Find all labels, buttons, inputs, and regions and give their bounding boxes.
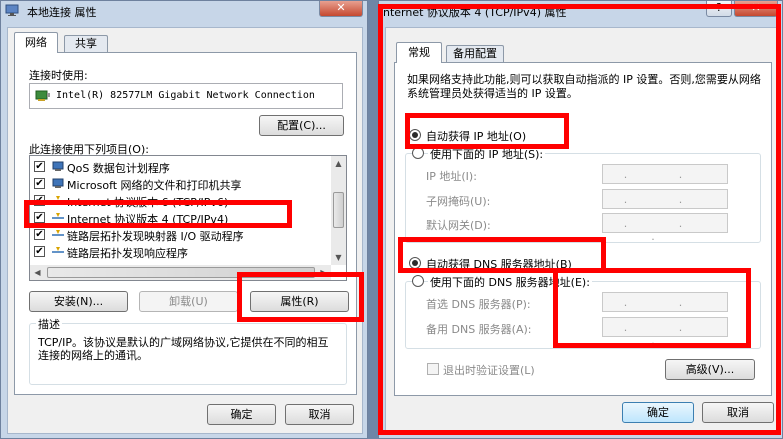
ip-address-label: IP 地址(I):: [426, 170, 477, 183]
vertical-scrollbar[interactable]: ▲ ▼: [331, 156, 346, 265]
properties-button[interactable]: 属性(R): [250, 291, 349, 312]
manual-dns-label[interactable]: 使用下面的 DNS 服务器地址(E):: [428, 274, 592, 290]
item-label: QoS 数据包计划程序: [67, 162, 170, 175]
install-button[interactable]: 安装(N)...: [29, 291, 128, 312]
protocol-icon: [52, 196, 64, 202]
dialog-title: nternet 协议版本 4 (TCP/IPv4) 属性: [383, 6, 567, 19]
auto-ip-radio[interactable]: [409, 129, 421, 141]
dialog-title: 本地连接 属性: [27, 6, 97, 19]
advanced-button[interactable]: 高级(V)...: [665, 359, 755, 380]
manual-dns-radio[interactable]: [412, 275, 424, 287]
scroll-left-icon[interactable]: ◀: [30, 265, 45, 280]
close-button[interactable]: ✕: [734, 1, 778, 17]
help-icon: ?: [716, 1, 722, 14]
item-label: Internet 协议版本 6 (TCP/IPv6): [67, 196, 229, 209]
alternate-dns-label: 备用 DNS 服务器(A):: [426, 323, 532, 336]
component-list[interactable]: ✔ QoS 数据包计划程序 ✔ Microsoft 网络的文件和打印机共享 ✔ Inter…: [29, 155, 347, 281]
subnet-mask-field[interactable]: . . .: [602, 189, 728, 219]
scroll-up-icon[interactable]: ▲: [331, 156, 346, 171]
scroll-thumb[interactable]: [333, 192, 344, 228]
description-group: 描述 TCP/IP。该协议是默认的广域网络协议,它提供在不同的相互连接的网络上的…: [29, 316, 347, 385]
tab-alternate-config[interactable]: 备用配置: [446, 45, 504, 63]
ipv4-properties-dialog: nternet 协议版本 4 (TCP/IPv4) 属性 ? ✕ 常规 备用配置…: [378, 0, 783, 439]
auto-dns-radio[interactable]: [409, 257, 421, 269]
default-gateway-label: 默认网关(D):: [426, 219, 491, 232]
tab-general[interactable]: 常规: [396, 42, 442, 63]
manual-ip-radio[interactable]: [412, 147, 424, 159]
auto-ip-label[interactable]: 自动获得 IP 地址(O): [426, 128, 526, 144]
ip-address-field[interactable]: . . .: [602, 164, 728, 194]
adapter-name: Intel(R) 82577LM Gigabit Network Connect…: [56, 90, 315, 101]
general-tab-page: 如果网络支持此功能,则可以获取自动指派的 IP 设置。否则,您需要从网络系统管理…: [394, 62, 772, 396]
default-gateway-field[interactable]: . . .: [602, 213, 728, 243]
item-label: Microsoft 网络的文件和打印机共享: [67, 179, 242, 192]
title-bar[interactable]: nternet 协议版本 4 (TCP/IPv4) 属性 ? ✕: [379, 1, 782, 21]
item-checkbox[interactable]: ✔: [34, 229, 45, 240]
item-checkbox[interactable]: ✔: [34, 246, 45, 257]
cancel-button[interactable]: 取消: [285, 404, 354, 425]
network-adapter-icon: [5, 4, 19, 16]
tab-network[interactable]: 网络: [14, 32, 58, 53]
uninstall-button[interactable]: 卸载(U): [139, 291, 238, 312]
network-tab-page: 连接时使用: Intel(R) 82577LM Gigabit Network …: [14, 52, 357, 395]
protocol-icon: [52, 230, 64, 236]
tab-sharing[interactable]: 共享: [64, 35, 108, 53]
alternate-dns-field[interactable]: . . .: [602, 317, 728, 347]
horizontal-scrollbar[interactable]: ◀ ▶: [30, 265, 331, 280]
scroll-thumb-horizontal[interactable]: [47, 267, 315, 278]
preferred-dns-field[interactable]: . . .: [602, 292, 728, 322]
item-checkbox[interactable]: ✔: [34, 195, 45, 206]
auto-dns-label[interactable]: 自动获得 DNS 服务器地址(B): [426, 256, 572, 272]
item-checkbox[interactable]: ✔: [34, 161, 45, 172]
adapter-field: Intel(R) 82577LM Gigabit Network Connect…: [29, 83, 343, 109]
help-button[interactable]: ?: [706, 1, 732, 17]
close-icon: ✕: [336, 1, 346, 14]
close-icon: ✕: [751, 1, 761, 14]
subnet-mask-label: 子网掩码(U):: [426, 195, 491, 208]
cancel-button[interactable]: 取消: [702, 402, 774, 423]
item-label: 链路层拓扑发现响应程序: [67, 247, 188, 260]
configure-button[interactable]: 配置(C)...: [259, 115, 344, 136]
item-label: Internet 协议版本 4 (TCP/IPv4): [67, 213, 229, 226]
preferred-dns-label: 首选 DNS 服务器(P):: [426, 298, 531, 311]
ok-button[interactable]: 确定: [622, 402, 694, 423]
description-text: TCP/IP。该协议是默认的广域网络协议,它提供在不同的相互连接的网络上的通讯。: [38, 336, 329, 362]
protocol-icon: [52, 247, 64, 253]
intro-text: 如果网络支持此功能,则可以获取自动指派的 IP 设置。否则,您需要从网络系统管理…: [407, 73, 761, 100]
connect-using-label: 连接时使用:: [29, 69, 88, 82]
item-checkbox[interactable]: ✔: [34, 212, 45, 223]
description-title: 描述: [36, 316, 62, 332]
ok-button[interactable]: 确定: [207, 404, 276, 425]
title-bar[interactable]: 本地连接 属性 ✕: [1, 1, 367, 21]
manual-dns-group: 使用下面的 DNS 服务器地址(E): 首选 DNS 服务器(P): . . .…: [405, 274, 761, 349]
close-button[interactable]: ✕: [319, 1, 363, 17]
protocol-icon: [52, 213, 64, 219]
validate-checkbox[interactable]: [427, 363, 439, 375]
scroll-right-icon[interactable]: ▶: [316, 265, 331, 280]
item-checkbox[interactable]: ✔: [34, 178, 45, 189]
scroll-down-icon[interactable]: ▼: [331, 250, 346, 265]
service-icon: [52, 178, 64, 188]
scheduler-icon: [52, 161, 64, 171]
manual-ip-label[interactable]: 使用下面的 IP 地址(S):: [428, 146, 546, 162]
network-card-icon: [35, 90, 50, 101]
dialog-client: 常规 备用配置 如果网络支持此功能,则可以获取自动指派的 IP 设置。否则,您需…: [385, 27, 778, 434]
dialog-client: 网络 共享 连接时使用: Intel(R) 82577LM Gigabit Ne…: [7, 27, 363, 434]
item-label: 链路层拓扑发现映射器 I/O 驱动程序: [67, 230, 244, 243]
manual-ip-group: 使用下面的 IP 地址(S): IP 地址(I): . . . 子网掩码(U):…: [405, 146, 761, 243]
local-connection-properties-dialog: 本地连接 属性 ✕ 网络 共享 连接时使用: Intel(R) 82577LM …: [0, 0, 368, 439]
validate-label[interactable]: 退出时验证设置(L): [443, 362, 535, 378]
